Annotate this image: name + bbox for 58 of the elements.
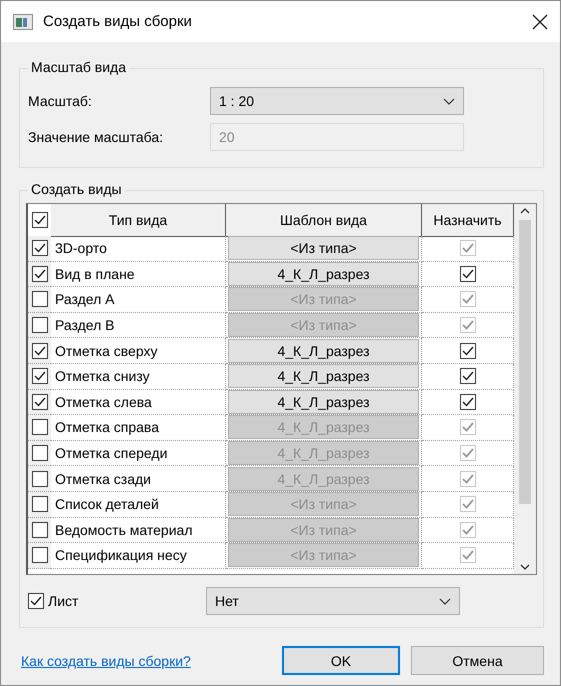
help-link[interactable]: Как создать виды сборки? [21,652,191,668]
table-cell: Отметка снизу [51,364,226,390]
checkbox[interactable] [32,419,48,436]
chevron-down-icon [443,98,455,104]
template-button[interactable]: 4_К_Л_разрез [228,390,419,414]
table-cell: Вид в плане [51,262,226,288]
column-header: Шаблон вида [226,204,422,237]
scrollbar[interactable] [514,204,536,574]
field-label: Значение масштаба: [28,129,164,145]
checkbox[interactable] [32,240,48,256]
column-header: Назначить [422,204,514,237]
table-cell: 3D-орто [51,236,226,262]
checkbox[interactable] [32,547,48,564]
checkbox[interactable] [32,317,48,334]
table-cell: Отметка слева [51,390,226,416]
chevron-down-icon [439,598,451,604]
column-header: Тип вида [51,204,226,237]
table-cell: Отметка сзади [51,466,226,492]
template-button[interactable]: 4_К_Л_разрез [228,364,419,388]
chevron-up-icon[interactable] [520,208,530,214]
scale-dropdown[interactable]: 1 : 20 [210,87,464,115]
app-icon [13,14,33,30]
window-title: Создать виды сборки [43,13,193,30]
checkbox-label: Лист [48,593,80,609]
table-cell: Отметка справа [51,415,226,441]
table-cell: Список деталей [51,492,226,518]
checkbox[interactable] [32,368,48,384]
table-cell: Отметка спереди [51,440,226,466]
checkbox[interactable] [32,291,48,308]
checkbox[interactable] [32,522,48,538]
group-title: Масштаб вида [28,59,129,75]
table-cell: Раздел В [51,312,226,338]
template-button[interactable]: 4_К_Л_разрез [228,338,419,363]
table-cell: Ведомость материал [51,518,226,544]
sheet-dropdown[interactable]: Нет [206,587,460,615]
checkbox[interactable] [28,593,44,609]
checkbox[interactable] [460,394,476,410]
ok-button[interactable]: OK [282,646,400,675]
checkbox[interactable] [32,212,48,228]
checkbox[interactable] [32,445,48,462]
table-cell: Отметка сверху [51,338,226,364]
checkbox[interactable] [32,266,48,282]
template-button[interactable]: 4_К_Л_разрез [228,262,419,286]
template-button[interactable]: <Из типа> [228,236,419,260]
field-label: Масштаб: [28,93,93,109]
checkbox[interactable] [460,368,476,384]
cancel-button[interactable]: Отмена [411,646,544,675]
group-title: Создать виды [28,181,125,197]
table-cell: Спецификация несу [51,543,226,569]
checkbox[interactable] [32,342,48,359]
checkbox[interactable] [460,342,476,359]
chevron-down-icon[interactable] [520,564,530,570]
checkbox[interactable] [32,394,48,410]
checkbox[interactable] [32,496,48,512]
checkbox[interactable] [32,470,48,487]
checkbox[interactable] [460,266,476,282]
close-icon[interactable] [532,14,548,30]
table-cell: Раздел А [51,287,226,313]
